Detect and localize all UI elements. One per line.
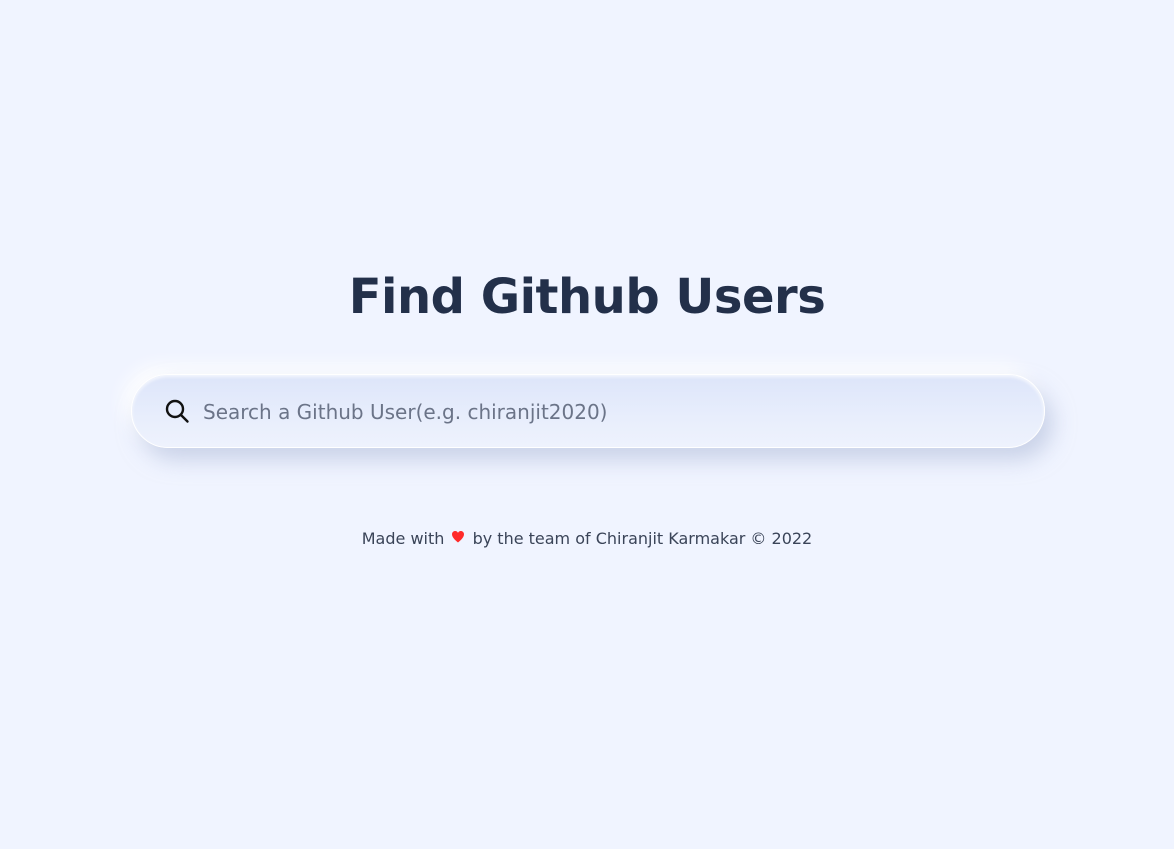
page: Find Github Users Made with by the team … [0, 0, 1174, 849]
search-icon [165, 399, 189, 423]
footer-suffix: by the team of Chiranjit Karmakar © 2022 [472, 529, 813, 548]
search-bar[interactable] [131, 374, 1045, 448]
footer-prefix: Made with [361, 529, 445, 548]
footer: Made with by the team of Chiranjit Karma… [0, 528, 1174, 550]
heart-icon [452, 531, 465, 543]
search-input[interactable] [203, 392, 1023, 432]
page-title: Find Github Users [348, 269, 826, 325]
